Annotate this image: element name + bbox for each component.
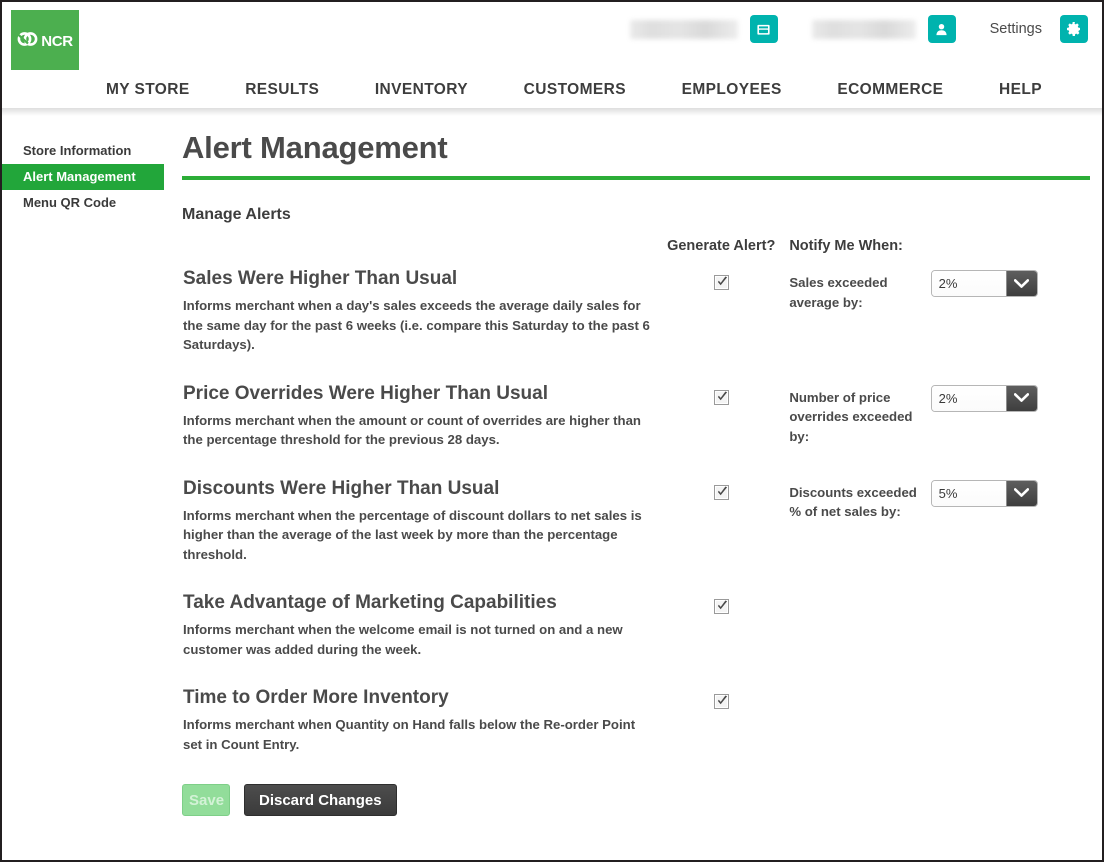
column-header-generate-alert: Generate Alert? [667, 238, 776, 254]
generate-alert-checkbox[interactable] [713, 484, 729, 500]
discard-changes-button[interactable]: Discard Changes [244, 784, 397, 816]
nav-item-help[interactable]: HELP [999, 81, 1042, 99]
nav-item-customers[interactable]: CUSTOMERS [524, 81, 626, 99]
page-header: NCR Settings [2, 2, 1102, 72]
table-row: Discounts Were Higher Than Usual Informs … [172, 476, 1090, 591]
title-accent-rule [182, 176, 1090, 180]
generate-alert-cell [661, 476, 781, 591]
page-title: Alert Management [182, 130, 448, 165]
generate-alert-cell [661, 590, 781, 685]
threshold-cell [930, 590, 1090, 685]
alert-title: Sales Were Higher Than Usual [183, 268, 458, 289]
alert-title: Price Overrides Were Higher Than Usual [183, 382, 549, 404]
column-header-description [172, 238, 661, 266]
nav-item-inventory[interactable]: INVENTORY [375, 81, 468, 99]
chevron-down-icon[interactable] [1005, 385, 1037, 411]
sidebar-item-menu-qr-code[interactable]: Menu QR Code [2, 190, 172, 216]
main-navigation: MY STORE RESULTS INVENTORY CUSTOMERS EMPLOYE… [2, 72, 1102, 116]
table-row: Sales Were Higher Than Usual Informs merc… [172, 266, 1090, 381]
generate-alert-checkbox[interactable] [713, 275, 729, 290]
nav-item-my-store[interactable]: MY STORE [106, 81, 190, 99]
page-body: Store Information Alert Management Menu QR… [2, 108, 1102, 816]
alert-description-cell: Discounts Were Higher Than Usual Informs … [172, 476, 661, 591]
main-content: Alert Management Manage Alerts Generate … [172, 130, 1102, 816]
nav-item-results[interactable]: RESULTS [245, 81, 319, 99]
table-row: Take Advantage of Marketing Capabilities… [172, 590, 1090, 685]
generate-alert-checkbox[interactable] [713, 694, 729, 709]
store-name-redacted [629, 19, 738, 39]
alert-title: Time to Order More Inventory [183, 687, 449, 708]
notify-condition-label [781, 590, 929, 685]
ncr-interlocking-rings-icon [17, 31, 39, 52]
section-title: Manage Alerts [182, 206, 291, 223]
table-row: Price Overrides Were Higher Than Usual In… [172, 381, 1090, 476]
nav-item-ecommerce[interactable]: ECOMMERCE [837, 81, 943, 99]
form-actions: Save Discard Changes [182, 784, 1090, 816]
generate-alert-checkbox[interactable] [713, 389, 729, 405]
alert-description: Informs merchant when a day's sales exce… [183, 298, 650, 352]
threshold-cell: 2% [930, 266, 1090, 381]
table-header-row: Generate Alert? Notify Me When: [172, 238, 1090, 266]
threshold-cell: 5% [930, 476, 1090, 591]
threshold-value: 2% [931, 385, 1006, 411]
sidebar: Store Information Alert Management Menu QR… [2, 130, 172, 816]
notify-condition-label: Number of price overrides exceeded by: [789, 389, 913, 444]
alert-description-cell: Time to Order More Inventory Informs merc… [172, 685, 661, 780]
threshold-dropdown[interactable]: 5% [930, 479, 1038, 507]
alert-description-cell: Price Overrides Were Higher Than Usual In… [172, 381, 661, 476]
alerts-table: Generate Alert? Notify Me When: Sales We… [172, 238, 1090, 780]
gear-icon[interactable] [1060, 15, 1088, 43]
alert-description: Informs merchant when Quantity on Hand f… [183, 717, 636, 752]
notify-condition-label [781, 685, 929, 780]
store-icon[interactable] [749, 15, 778, 43]
header-actions: Settings [629, 12, 1088, 46]
sidebar-item-alert-management[interactable]: Alert Management [2, 164, 164, 190]
settings-label[interactable]: Settings [990, 21, 1042, 37]
chevron-down-icon[interactable] [1005, 480, 1037, 506]
alert-title: Discounts Were Higher Than Usual [183, 477, 500, 499]
table-row: Time to Order More Inventory Informs merc… [172, 685, 1090, 780]
threshold-cell: 2% [930, 381, 1090, 476]
threshold-cell [930, 685, 1090, 780]
generate-alert-checkbox[interactable] [713, 599, 729, 614]
threshold-dropdown[interactable]: 2% [930, 270, 1038, 297]
generate-alert-cell [661, 266, 781, 381]
threshold-value: 5% [931, 480, 1006, 506]
alert-description-cell: Take Advantage of Marketing Capabilities… [172, 590, 661, 685]
notify-condition-label: Sales exceeded average by: [789, 275, 888, 310]
nav-item-employees[interactable]: EMPLOYEES [682, 81, 782, 99]
store-selector[interactable] [629, 19, 750, 39]
sidebar-item-store-information[interactable]: Store Information [2, 138, 172, 164]
application-window: NCR Settings MY STORE RESULTS INVENTORY … [0, 0, 1104, 862]
user-selector[interactable] [811, 19, 928, 39]
nav-divider-shadow [2, 108, 1102, 116]
alert-description: Informs merchant when the percentage of … [183, 507, 642, 562]
ncr-logo-text: NCR [41, 32, 73, 50]
alert-title: Take Advantage of Marketing Capabilities [183, 592, 557, 613]
chevron-down-icon[interactable] [1005, 271, 1037, 296]
alert-description: Informs merchant when the amount or coun… [183, 412, 641, 448]
threshold-value: 2% [931, 271, 1006, 296]
save-button[interactable]: Save [182, 784, 230, 816]
generate-alert-cell [661, 685, 781, 780]
alert-description: Informs merchant when the welcome email … [183, 622, 623, 657]
generate-alert-cell [661, 381, 781, 476]
threshold-dropdown[interactable]: 2% [930, 384, 1038, 412]
notify-condition-label: Discounts exceeded % of net sales by: [789, 484, 917, 520]
user-name-redacted [811, 19, 916, 39]
ncr-logo[interactable]: NCR [11, 10, 79, 70]
alert-description-cell: Sales Were Higher Than Usual Informs merc… [172, 266, 661, 381]
user-icon[interactable] [927, 15, 956, 43]
column-header-notify-me-when: Notify Me When: [789, 238, 903, 254]
